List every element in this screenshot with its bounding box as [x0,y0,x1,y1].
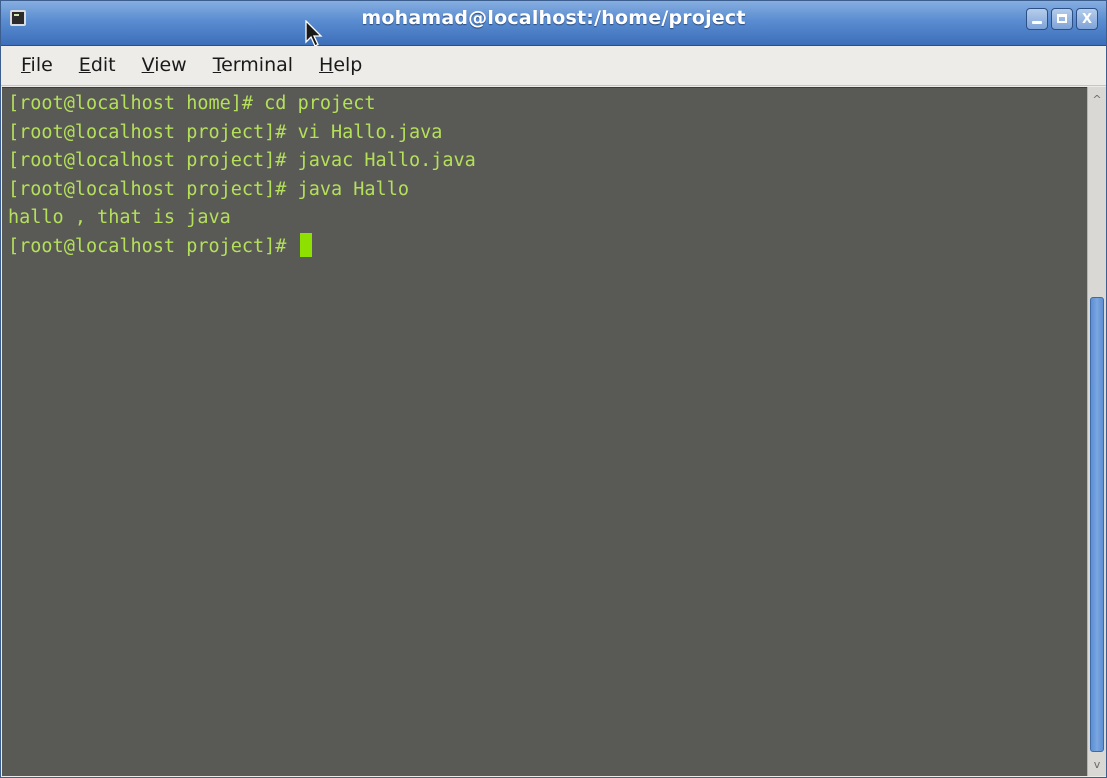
menu-terminal[interactable]: Terminal [213,56,293,75]
program-output-line: hallo , that is java [8,207,231,228]
terminal-line: [root@localhost project]# javac Hallo.ja… [8,150,476,171]
current-prompt-line[interactable]: [root@localhost project]# [8,232,1087,262]
terminal-window: mohamad@localhost:/home/project X File E… [0,0,1107,778]
menu-help-label: elp [333,54,363,76]
menu-view-mnemonic: V [141,54,155,76]
close-icon: X [1081,11,1093,27]
menu-bar: File Edit View Terminal Help [1,46,1106,86]
maximize-icon [1057,14,1067,23]
scroll-down-icon[interactable]: v [1089,755,1105,773]
menu-file-mnemonic: F [21,54,31,76]
mouse-pointer-icon [305,20,323,47]
terminal-line: [root@localhost project]# vi Hallo.java [8,121,443,143]
menu-terminal-mnemonic: T [212,54,222,76]
scrollbar-thumb[interactable] [1090,297,1104,752]
terminal-line: [root@localhost home]# cd project [8,93,376,114]
title-bar[interactable]: mohamad@localhost:/home/project X [1,1,1106,46]
minimize-button[interactable] [1026,8,1048,30]
terminal-output[interactable]: [root@localhost home]# cd project [root@… [2,87,1087,776]
current-prompt: [root@localhost project]# [8,235,298,257]
scroll-up-icon[interactable]: ^ [1089,90,1105,108]
close-button[interactable]: X [1076,8,1098,30]
menu-edit-mnemonic: E [78,54,91,76]
menu-help-mnemonic: H [319,54,334,76]
window-controls: X [1026,8,1098,30]
menu-edit-label: dit [90,54,116,76]
vertical-scrollbar[interactable]: ^ v [1087,87,1106,776]
text-cursor [299,232,312,257]
menu-file-label: ile [30,54,53,76]
menu-file[interactable]: File [21,56,53,75]
maximize-button[interactable] [1051,8,1073,30]
terminal-line: [root@localhost project]# java Hallo [8,178,409,200]
minimize-icon [1032,21,1042,24]
menu-view-label: iew [154,54,187,76]
menu-edit[interactable]: Edit [79,56,116,75]
menu-terminal-label: erminal [221,54,294,76]
window-title: mohamad@localhost:/home/project [361,7,746,29]
menu-view[interactable]: View [142,56,187,75]
menu-help[interactable]: Help [319,56,362,75]
